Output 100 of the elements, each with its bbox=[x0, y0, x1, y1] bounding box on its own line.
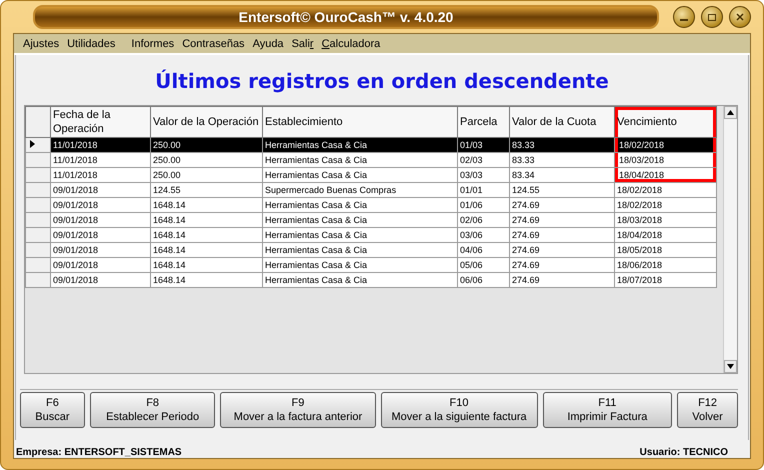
table-cell: 274.69 bbox=[510, 228, 614, 242]
table-cell: Supermercado Buenas Compras bbox=[262, 182, 458, 198]
menu-item[interactable]: Contraseñas bbox=[181, 38, 246, 50]
table-row[interactable]: 11/01/2018 250.00 Herramientas Casa & Cia 02/03 83.33 18/03/2018 bbox=[26, 152, 716, 168]
table-cell: Herramientas Casa & Cia bbox=[262, 198, 458, 212]
column-header[interactable]: Fecha de la Operación bbox=[50, 106, 150, 138]
table-cell: 09/01/2018 bbox=[50, 212, 150, 228]
table-cell: 18/03/2018 bbox=[614, 212, 716, 228]
table-cell: 11/01/2018 bbox=[50, 168, 150, 182]
menu-item[interactable]: Salir bbox=[290, 38, 315, 50]
table-cell: Herramientas Casa & Cia bbox=[262, 168, 458, 182]
menu-item[interactable]: Calculadora bbox=[320, 38, 382, 50]
table-cell: 03/06 bbox=[458, 228, 510, 242]
menu-item[interactable]: Ayuda bbox=[252, 38, 285, 50]
table-cell: 83.34 bbox=[510, 168, 614, 182]
table-cell: Herramientas Casa & Cia bbox=[262, 228, 458, 242]
table-cell: 02/06 bbox=[458, 212, 510, 228]
table-cell: 124.55 bbox=[150, 182, 262, 198]
minimize-button[interactable] bbox=[673, 6, 695, 28]
function-key-button[interactable]: F11 Imprimir Factura bbox=[542, 392, 672, 428]
table-row[interactable]: 09/01/2018 1648.14 Herramientas Casa & Cia 05/06 274.69 18/06/2018 bbox=[26, 258, 716, 272]
scroll-down-icon bbox=[727, 364, 734, 369]
table-cell: 274.69 bbox=[510, 272, 614, 288]
table-cell: 18/02/2018 bbox=[614, 182, 716, 198]
company-label: Empresa: ENTERSOFT_SISTEMAS bbox=[16, 447, 182, 458]
table-cell: 1648.14 bbox=[150, 272, 262, 288]
table-row[interactable]: 09/01/2018 124.55 Supermercado Buenas Compras 01/01 124.55 18/02/2018 bbox=[26, 182, 716, 198]
table-cell: 83.33 bbox=[510, 152, 614, 168]
close-icon bbox=[735, 12, 745, 22]
table-cell: 03/03 bbox=[458, 168, 510, 182]
menu-item[interactable]: Ajustes bbox=[22, 38, 60, 50]
table-cell: Herramientas Casa & Cia bbox=[262, 212, 458, 228]
minimize-icon bbox=[680, 19, 688, 21]
table-cell: 18/02/2018 bbox=[614, 138, 716, 152]
table-cell: 01/01 bbox=[458, 182, 510, 198]
table-cell: Herramientas Casa & Cia bbox=[262, 258, 458, 272]
table-cell: 18/04/2018 bbox=[614, 228, 716, 242]
column-header[interactable]: Establecimiento bbox=[262, 106, 458, 138]
table-cell: Herramientas Casa & Cia bbox=[262, 138, 458, 152]
function-key-button[interactable]: F6 Buscar bbox=[20, 392, 85, 428]
table-cell: 09/01/2018 bbox=[50, 272, 150, 288]
table-cell: 09/01/2018 bbox=[50, 198, 150, 212]
table-row[interactable]: 09/01/2018 1648.14 Herramientas Casa & Cia 03/06 274.69 18/04/2018 bbox=[26, 228, 716, 242]
restore-icon bbox=[707, 12, 717, 22]
table-cell: 11/01/2018 bbox=[50, 152, 150, 168]
menu-item[interactable]: Utilidades bbox=[66, 38, 116, 50]
table-cell: 1648.14 bbox=[150, 198, 262, 212]
table-cell: 09/01/2018 bbox=[50, 258, 150, 272]
function-key-button[interactable]: F10 Mover a la siguiente factura bbox=[380, 392, 538, 428]
function-key-button[interactable]: F9 Mover a la factura anterior bbox=[220, 392, 376, 428]
table-cell: 11/01/2018 bbox=[50, 138, 150, 152]
table-row[interactable]: 09/01/2018 1648.14 Herramientas Casa & Cia 06/06 274.69 18/07/2018 bbox=[26, 272, 716, 288]
table-cell: 04/06 bbox=[458, 242, 510, 258]
maximize-button[interactable] bbox=[701, 6, 723, 28]
table-row[interactable]: 11/01/2018 250.00 Herramientas Casa & Cia 01/03 83.33 18/02/2018 bbox=[26, 138, 716, 152]
user-label: Usuario: TECNICO bbox=[640, 447, 728, 458]
table-cell: 274.69 bbox=[510, 212, 614, 228]
table-cell: 1648.14 bbox=[150, 212, 262, 228]
scrollbar[interactable] bbox=[723, 106, 737, 373]
table-cell: 09/01/2018 bbox=[50, 242, 150, 258]
table-cell: 250.00 bbox=[150, 168, 262, 182]
table-cell: 124.55 bbox=[510, 182, 614, 198]
table-cell: 18/02/2018 bbox=[614, 198, 716, 212]
table-cell: 01/03 bbox=[458, 138, 510, 152]
table-row[interactable]: 09/01/2018 1648.14 Herramientas Casa & Cia 01/06 274.69 18/02/2018 bbox=[26, 198, 716, 212]
column-header[interactable]: Valor de la Cuota bbox=[510, 106, 614, 138]
table-cell: 83.33 bbox=[510, 138, 614, 152]
window-title: Entersoft© OuroCash™ v. 4.0.20 bbox=[33, 5, 659, 29]
table-cell: 250.00 bbox=[150, 138, 262, 152]
table-cell: 18/05/2018 bbox=[614, 242, 716, 258]
scroll-up-icon bbox=[727, 110, 734, 115]
table-cell: Herramientas Casa & Cia bbox=[262, 242, 458, 258]
table-cell: 06/06 bbox=[458, 272, 510, 288]
table-cell: Herramientas Casa & Cia bbox=[262, 152, 458, 168]
column-header[interactable]: Parcela bbox=[458, 106, 510, 138]
table-cell: 01/06 bbox=[458, 198, 510, 212]
table-cell: 18/04/2018 bbox=[614, 168, 716, 182]
table-cell: 274.69 bbox=[510, 258, 614, 272]
menu-item[interactable]: Informes bbox=[130, 38, 176, 50]
table-cell: 274.69 bbox=[510, 242, 614, 258]
table-row[interactable]: 09/01/2018 1648.14 Herramientas Casa & Cia 02/06 274.69 18/03/2018 bbox=[26, 212, 716, 228]
table-row[interactable]: 09/01/2018 1648.14 Herramientas Casa & Cia 04/06 274.69 18/05/2018 bbox=[26, 242, 716, 258]
close-button[interactable] bbox=[729, 6, 751, 28]
table-row[interactable]: 11/01/2018 250.00 Herramientas Casa & Cia 03/03 83.34 18/04/2018 bbox=[26, 168, 716, 182]
table-cell: 18/06/2018 bbox=[614, 258, 716, 272]
current-row-icon bbox=[28, 140, 36, 148]
page-heading: Últimos registros en orden descendente bbox=[154, 69, 610, 93]
table-cell: 250.00 bbox=[150, 152, 262, 168]
table-cell: 274.69 bbox=[510, 198, 614, 212]
table-cell: 02/03 bbox=[458, 152, 510, 168]
table-cell: 18/03/2018 bbox=[614, 152, 716, 168]
table-cell: 1648.14 bbox=[150, 242, 262, 258]
table-cell: 05/06 bbox=[458, 258, 510, 272]
table-cell: 1648.14 bbox=[150, 228, 262, 242]
function-key-button[interactable]: F8 Establecer Periodo bbox=[90, 392, 216, 428]
table-cell: 1648.14 bbox=[150, 258, 262, 272]
table-cell: Herramientas Casa & Cia bbox=[262, 272, 458, 288]
table-cell: 18/07/2018 bbox=[614, 272, 716, 288]
table-cell: 09/01/2018 bbox=[50, 182, 150, 198]
function-key-button[interactable]: F12 Volver bbox=[677, 392, 738, 428]
